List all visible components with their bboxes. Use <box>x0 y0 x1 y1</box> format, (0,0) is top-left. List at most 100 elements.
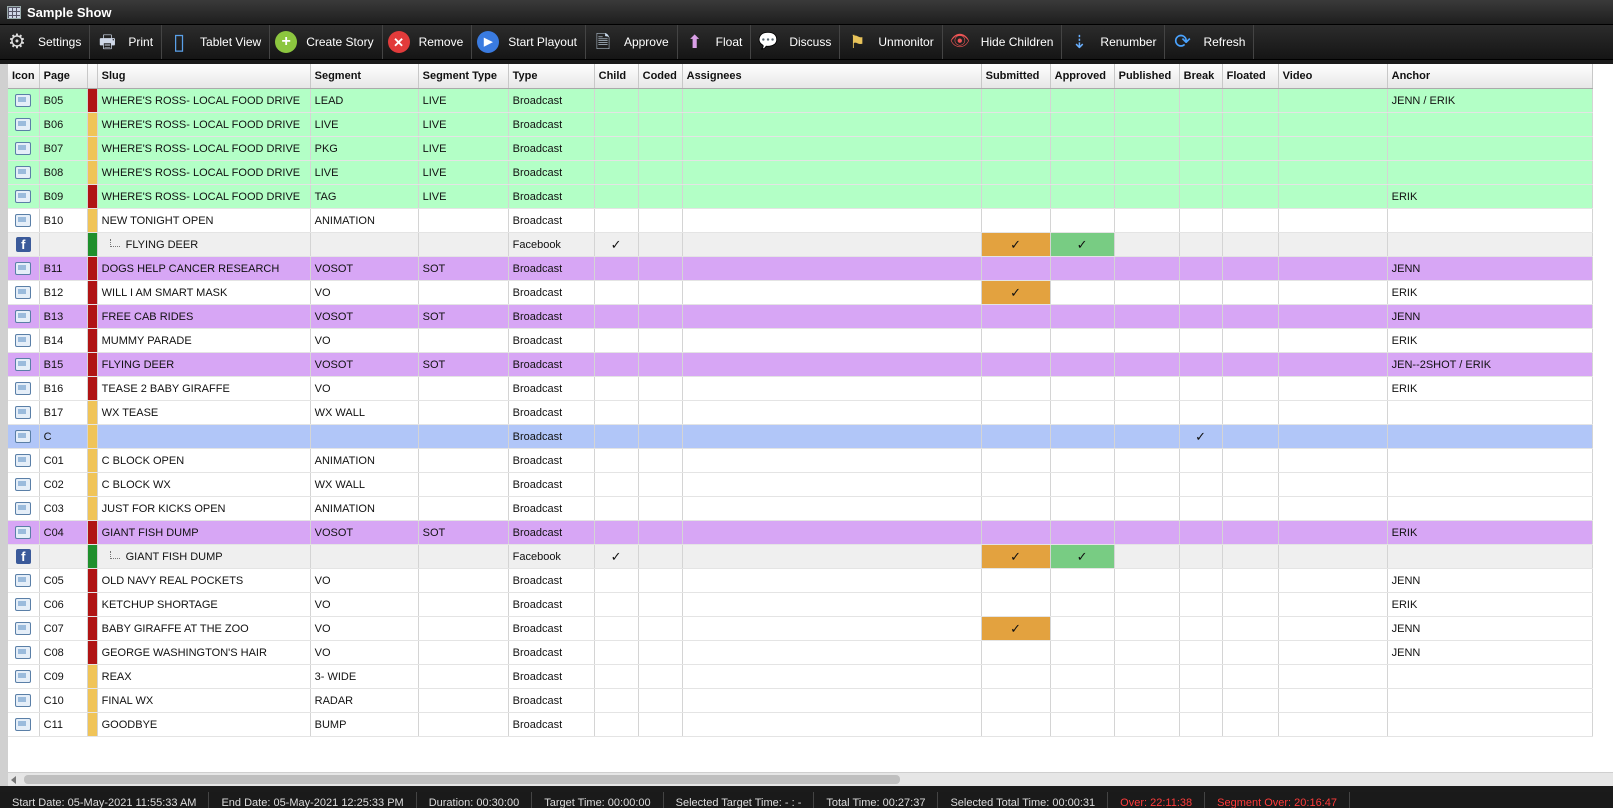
cell-floated[interactable] <box>1222 352 1279 377</box>
cell-floated[interactable] <box>1222 640 1279 665</box>
cell-segment[interactable]: VO <box>310 328 419 353</box>
cell-segment[interactable]: ANIMATION <box>310 208 419 233</box>
cell-coded[interactable] <box>638 232 683 257</box>
cell-published[interactable] <box>1114 208 1180 233</box>
cell-coded[interactable] <box>638 472 683 497</box>
cell-submitted[interactable] <box>981 448 1051 473</box>
cell-submitted[interactable] <box>981 400 1051 425</box>
cell-slug[interactable]: OLD NAVY REAL POCKETS <box>97 568 311 593</box>
toolbar-tablet-view-button[interactable]: ▯ Tablet View <box>162 25 271 59</box>
cell-assignees[interactable] <box>682 568 982 593</box>
cell-submitted[interactable]: ✓ <box>981 280 1051 305</box>
cell-approved[interactable] <box>1050 616 1115 641</box>
cell-anchor[interactable] <box>1387 544 1593 569</box>
cell-video[interactable] <box>1278 568 1388 593</box>
cell-page[interactable] <box>39 232 88 257</box>
cell-slug[interactable]: WHERE'S ROSS- LOCAL FOOD DRIVE <box>97 184 311 209</box>
cell-approved[interactable]: ✓ <box>1050 232 1115 257</box>
cell-segtype[interactable]: LIVE <box>418 136 509 161</box>
row-icon-cell[interactable] <box>8 256 40 281</box>
cell-page[interactable]: B16 <box>39 376 88 401</box>
row-icon-cell[interactable] <box>8 664 40 689</box>
cell-anchor[interactable] <box>1387 160 1593 185</box>
cell-approved[interactable] <box>1050 496 1115 521</box>
cell-page[interactable]: C03 <box>39 496 88 521</box>
row-icon-cell[interactable] <box>8 688 40 713</box>
cell-type[interactable]: Broadcast <box>508 376 595 401</box>
cell-coded[interactable] <box>638 184 683 209</box>
cell-floated[interactable] <box>1222 88 1279 113</box>
cell-approved[interactable] <box>1050 352 1115 377</box>
cell-slug[interactable]: WHERE'S ROSS- LOCAL FOOD DRIVE <box>97 136 311 161</box>
cell-segment[interactable]: 3- WIDE <box>310 664 419 689</box>
cell-coded[interactable] <box>638 304 683 329</box>
rundown-row[interactable]: C Broadcast ✓ <box>8 424 1593 449</box>
cell-type[interactable]: Broadcast <box>508 256 595 281</box>
cell-assignees[interactable] <box>682 280 982 305</box>
cell-coded[interactable] <box>638 592 683 617</box>
cell-child[interactable] <box>594 688 639 713</box>
column-header-floated[interactable]: Floated <box>1222 64 1279 89</box>
cell-segtype[interactable] <box>418 568 509 593</box>
cell-floated[interactable] <box>1222 304 1279 329</box>
cell-anchor[interactable] <box>1387 496 1593 521</box>
cell-child[interactable] <box>594 592 639 617</box>
cell-type[interactable]: Broadcast <box>508 712 595 737</box>
cell-assignees[interactable] <box>682 184 982 209</box>
row-icon-cell[interactable]: f <box>8 544 40 569</box>
cell-page[interactable] <box>39 544 88 569</box>
cell-break[interactable] <box>1179 616 1223 641</box>
cell-page[interactable]: B06 <box>39 112 88 137</box>
cell-page[interactable]: B08 <box>39 160 88 185</box>
cell-anchor[interactable]: ERIK <box>1387 328 1593 353</box>
cell-page[interactable]: C08 <box>39 640 88 665</box>
cell-segment[interactable]: LIVE <box>310 160 419 185</box>
rundown-row[interactable]: B14 MUMMY PARADE VO Broadcast ERIK <box>8 328 1593 353</box>
cell-page[interactable]: C01 <box>39 448 88 473</box>
cell-anchor[interactable]: ERIK <box>1387 520 1593 545</box>
cell-break[interactable] <box>1179 544 1223 569</box>
cell-type[interactable]: Broadcast <box>508 304 595 329</box>
cell-type[interactable]: Broadcast <box>508 472 595 497</box>
cell-slug[interactable]: MUMMY PARADE <box>97 328 311 353</box>
row-icon-cell[interactable] <box>8 304 40 329</box>
cell-slug[interactable]: C BLOCK OPEN <box>97 448 311 473</box>
cell-submitted[interactable] <box>981 88 1051 113</box>
cell-page[interactable]: B17 <box>39 400 88 425</box>
cell-submitted[interactable] <box>981 520 1051 545</box>
rundown-row[interactable]: B09 WHERE'S ROSS- LOCAL FOOD DRIVE TAG LIVE… <box>8 184 1593 209</box>
cell-page[interactable]: C <box>39 424 88 449</box>
cell-video[interactable] <box>1278 640 1388 665</box>
cell-published[interactable] <box>1114 664 1180 689</box>
cell-segtype[interactable] <box>418 712 509 737</box>
cell-segtype[interactable] <box>418 688 509 713</box>
rundown-row[interactable]: C08 GEORGE WASHINGTON'S HAIR VO Broadcast JE… <box>8 640 1593 665</box>
cell-anchor[interactable] <box>1387 400 1593 425</box>
cell-assignees[interactable] <box>682 304 982 329</box>
cell-child[interactable] <box>594 184 639 209</box>
cell-floated[interactable] <box>1222 496 1279 521</box>
cell-approved[interactable] <box>1050 400 1115 425</box>
cell-approved[interactable]: ✓ <box>1050 544 1115 569</box>
cell-approved[interactable] <box>1050 640 1115 665</box>
cell-coded[interactable] <box>638 496 683 521</box>
cell-coded[interactable] <box>638 400 683 425</box>
cell-assignees[interactable] <box>682 544 982 569</box>
horizontal-scrollbar[interactable] <box>8 772 1613 786</box>
cell-anchor[interactable]: ERIK <box>1387 592 1593 617</box>
cell-published[interactable] <box>1114 256 1180 281</box>
rundown-row[interactable]: B10 NEW TONIGHT OPEN ANIMATION Broadcast <box>8 208 1593 233</box>
rundown-row[interactable]: C11 GOODBYE BUMP Broadcast <box>8 712 1593 737</box>
cell-approved[interactable] <box>1050 688 1115 713</box>
cell-segment[interactable]: TAG <box>310 184 419 209</box>
cell-floated[interactable] <box>1222 664 1279 689</box>
cell-page[interactable]: B12 <box>39 280 88 305</box>
cell-anchor[interactable]: JENN <box>1387 568 1593 593</box>
cell-published[interactable] <box>1114 304 1180 329</box>
cell-assignees[interactable] <box>682 616 982 641</box>
cell-approved[interactable] <box>1050 160 1115 185</box>
cell-segtype[interactable] <box>418 496 509 521</box>
cell-slug[interactable]: FLYING DEER <box>97 232 311 257</box>
cell-slug[interactable]: GEORGE WASHINGTON'S HAIR <box>97 640 311 665</box>
cell-anchor[interactable]: ERIK <box>1387 184 1593 209</box>
